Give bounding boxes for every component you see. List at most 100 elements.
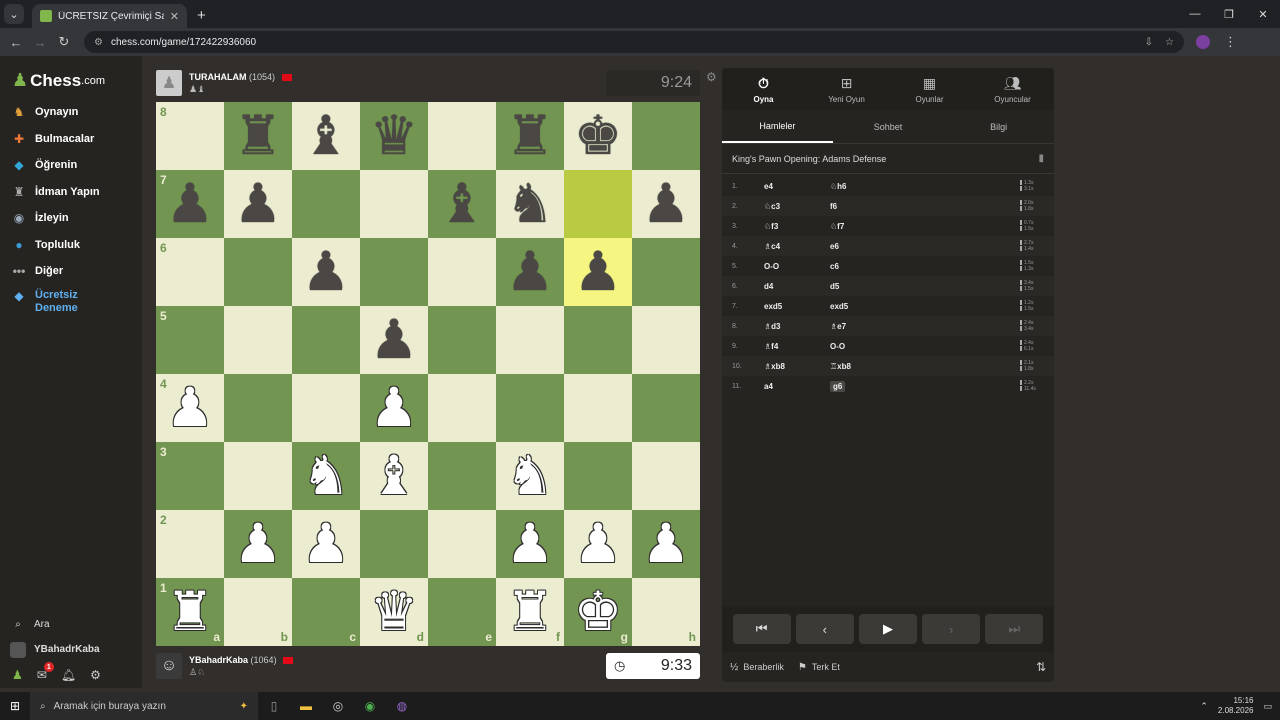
square-a2[interactable]: 2 (156, 510, 224, 578)
square-d8[interactable]: ♛ (360, 102, 428, 170)
square-d6[interactable] (360, 238, 428, 306)
tray-chevron-icon[interactable]: ⌃ (1200, 701, 1208, 712)
square-g1[interactable]: g ♚ (564, 578, 632, 646)
square-h1[interactable]: h (632, 578, 700, 646)
black-move[interactable]: f6 (830, 202, 1020, 211)
white-move[interactable]: ♘f3 (764, 222, 830, 231)
black-pawn-icon[interactable]: ♟ (234, 177, 282, 231)
bookmark-star-icon[interactable]: ☆ (1165, 37, 1174, 48)
square-a5[interactable]: 5 (156, 306, 224, 374)
white-pawn-icon[interactable]: ♟ (642, 517, 690, 571)
square-g4[interactable] (564, 374, 632, 442)
minimize-icon[interactable]: — (1178, 0, 1212, 28)
previous-move-button[interactable]: ‹ (795, 614, 854, 644)
sidebar-item-puzzles[interactable]: ✚ Bulmacalar (0, 126, 142, 153)
square-d3[interactable]: ♝ (360, 442, 428, 510)
black-bishop-icon[interactable]: ♝ (438, 177, 486, 231)
square-e4[interactable] (428, 374, 496, 442)
sidebar-item-learn[interactable]: ◆ Öğrenin (0, 152, 142, 179)
square-f8[interactable]: ♜ (496, 102, 564, 170)
sidebar-item-community[interactable]: ● Topluluk (0, 232, 142, 259)
settings-gear-icon[interactable]: ⚙ (90, 668, 101, 682)
white-move[interactable]: a4 (764, 382, 830, 391)
black-pawn-icon[interactable]: ♟ (506, 245, 554, 299)
new-tab-button[interactable]: + (197, 7, 206, 24)
sidebar-item-train[interactable]: ♜ İdman Yapın (0, 179, 142, 206)
black-pawn-icon[interactable]: ♟ (574, 245, 622, 299)
browser-tab[interactable]: ÜCRETSİZ Çevrimiçi Satranç Oy... ✕ (32, 4, 187, 28)
square-d4[interactable]: ♟ (360, 374, 428, 442)
white-bishop-icon[interactable]: ♝ (370, 449, 418, 503)
restore-icon[interactable]: ❐ (1212, 0, 1246, 28)
opening-name[interactable]: King's Pawn Opening: Adams Defense (732, 154, 886, 164)
square-e3[interactable] (428, 442, 496, 510)
black-move[interactable]: e6 (830, 242, 1020, 251)
profile-avatar-icon[interactable] (1196, 35, 1210, 49)
square-a3[interactable]: 3 (156, 442, 224, 510)
sidebar-search[interactable]: ⌕ Ara (0, 612, 142, 637)
square-b8[interactable]: ♜ (224, 102, 292, 170)
square-b5[interactable] (224, 306, 292, 374)
black-move[interactable]: c6 (830, 262, 1020, 271)
play-moves-button[interactable]: ▶ (858, 614, 917, 644)
square-a8[interactable]: 8 (156, 102, 224, 170)
white-knight-icon[interactable]: ♞ (302, 449, 350, 503)
close-window-icon[interactable]: ✕ (1246, 0, 1280, 28)
sidebar-profile[interactable]: YBahadrKaba (0, 637, 142, 662)
square-h3[interactable] (632, 442, 700, 510)
square-f4[interactable] (496, 374, 564, 442)
sidebar-item-free-trial[interactable]: ◆ Ücretsiz Deneme (0, 285, 142, 325)
chess-logo[interactable]: ♟ Chess .com (0, 56, 142, 99)
square-g2[interactable]: ♟ (564, 510, 632, 578)
white-pawn-icon[interactable]: ♟ (302, 517, 350, 571)
black-bishop-icon[interactable]: ♝ (302, 109, 350, 163)
black-move[interactable]: exd5 (830, 302, 1020, 311)
square-c8[interactable]: ♝ (292, 102, 360, 170)
white-knight-icon[interactable]: ♞ (506, 449, 554, 503)
url-field[interactable]: ⚙ chess.com/game/172422936060 ⇩ ☆ (84, 31, 1184, 53)
reload-icon[interactable]: ↻ (52, 34, 76, 50)
messages-icon[interactable]: ✉ 1 (37, 662, 54, 682)
white-move[interactable]: d4 (764, 282, 830, 291)
white-move[interactable]: ♗f4 (764, 342, 830, 351)
square-h7[interactable]: ♟ (632, 170, 700, 238)
sidebar-item-play[interactable]: ♞ Oynayın (0, 99, 142, 126)
tab-players[interactable]: 👥︎ Oyuncular (971, 68, 1054, 110)
white-rook-icon[interactable]: ♜ (166, 585, 214, 639)
square-b4[interactable] (224, 374, 292, 442)
subtab-info[interactable]: Bilgi (943, 110, 1054, 143)
white-pawn-icon[interactable]: ♟ (574, 517, 622, 571)
square-f2[interactable]: ♟ (496, 510, 564, 578)
black-move[interactable]: ♗e7 (830, 322, 1020, 331)
square-g3[interactable] (564, 442, 632, 510)
square-h6[interactable] (632, 238, 700, 306)
square-c6[interactable]: ♟ (292, 238, 360, 306)
friends-icon[interactable]: ♟ (12, 668, 23, 682)
black-king-icon[interactable]: ♚ (574, 109, 622, 163)
white-move[interactable]: ♘c3 (764, 202, 830, 211)
last-move-button[interactable]: ⏭︎ (985, 614, 1044, 644)
file-explorer-icon[interactable]: ▬ (290, 692, 322, 720)
square-g6[interactable]: ♟ (564, 238, 632, 306)
square-f1[interactable]: f ♜ (496, 578, 564, 646)
square-e7[interactable]: ♝ (428, 170, 496, 238)
black-rook-icon[interactable]: ♜ (506, 109, 554, 163)
white-pawn-icon[interactable]: ♟ (234, 517, 282, 571)
square-f5[interactable] (496, 306, 564, 374)
square-f7[interactable]: ♞ (496, 170, 564, 238)
square-d5[interactable]: ♟ (360, 306, 428, 374)
chess-board[interactable]: 8 ♜ ♝ ♛ ♜ ♚ 7 ♟ ♟ ♝ ♞ ♟ 6 ♟ ♟ ♟ 5 ♟ 4 ♟ ♟ 3 ♞ ♝ ♞ 2 ♟ ♟ ♟ ♟ ♟ 1 a ♜ b c d ♛ e f… (156, 102, 700, 646)
black-move[interactable]: ♘f7 (830, 222, 1020, 231)
clock-date[interactable]: 15:16 2.08.2026 (1218, 696, 1254, 716)
white-move[interactable]: e4 (764, 182, 830, 191)
square-c7[interactable] (292, 170, 360, 238)
square-f3[interactable]: ♞ (496, 442, 564, 510)
black-move[interactable]: ♖xb8 (830, 362, 1020, 371)
white-move[interactable]: O-O (764, 262, 830, 271)
black-rook-icon[interactable]: ♜ (234, 109, 282, 163)
player-name-row[interactable]: YBahadrKaba (1064) (189, 655, 294, 665)
black-knight-icon[interactable]: ♞ (506, 177, 554, 231)
draw-button[interactable]: ½ Beraberlik (730, 662, 784, 673)
white-king-icon[interactable]: ♚ (574, 585, 622, 639)
white-pawn-icon[interactable]: ♟ (506, 517, 554, 571)
